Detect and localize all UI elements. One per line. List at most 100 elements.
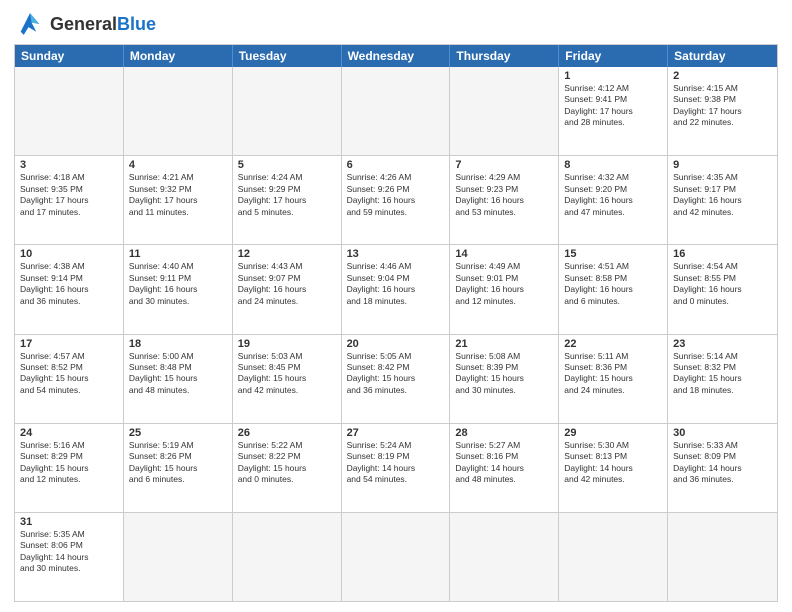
day-number: 17 xyxy=(20,338,118,350)
calendar-week-1: 3Sunrise: 4:18 AM Sunset: 9:35 PM Daylig… xyxy=(15,155,777,244)
logo-icon xyxy=(14,10,46,38)
calendar-cell: 13Sunrise: 4:46 AM Sunset: 9:04 PM Dayli… xyxy=(342,245,451,333)
day-number: 31 xyxy=(20,516,118,528)
day-info: Sunrise: 4:24 AM Sunset: 9:29 PM Dayligh… xyxy=(238,172,336,218)
day-number: 14 xyxy=(455,248,553,260)
header-day-wednesday: Wednesday xyxy=(342,45,451,67)
calendar-cell xyxy=(450,67,559,155)
day-info: Sunrise: 5:22 AM Sunset: 8:22 PM Dayligh… xyxy=(238,440,336,486)
calendar-cell: 12Sunrise: 4:43 AM Sunset: 9:07 PM Dayli… xyxy=(233,245,342,333)
day-number: 19 xyxy=(238,338,336,350)
calendar-week-3: 17Sunrise: 4:57 AM Sunset: 8:52 PM Dayli… xyxy=(15,334,777,423)
calendar-cell: 6Sunrise: 4:26 AM Sunset: 9:26 PM Daylig… xyxy=(342,156,451,244)
day-number: 24 xyxy=(20,427,118,439)
calendar-cell xyxy=(342,67,451,155)
header-day-friday: Friday xyxy=(559,45,668,67)
day-info: Sunrise: 4:46 AM Sunset: 9:04 PM Dayligh… xyxy=(347,261,445,307)
day-info: Sunrise: 5:24 AM Sunset: 8:19 PM Dayligh… xyxy=(347,440,445,486)
calendar-body: 1Sunrise: 4:12 AM Sunset: 9:41 PM Daylig… xyxy=(15,67,777,601)
calendar-cell xyxy=(668,513,777,601)
calendar-cell xyxy=(124,67,233,155)
day-number: 6 xyxy=(347,159,445,171)
calendar-cell: 31Sunrise: 5:35 AM Sunset: 8:06 PM Dayli… xyxy=(15,513,124,601)
calendar-cell xyxy=(559,513,668,601)
header-day-tuesday: Tuesday xyxy=(233,45,342,67)
day-info: Sunrise: 4:35 AM Sunset: 9:17 PM Dayligh… xyxy=(673,172,772,218)
calendar-cell: 19Sunrise: 5:03 AM Sunset: 8:45 PM Dayli… xyxy=(233,335,342,423)
day-number: 12 xyxy=(238,248,336,260)
header-day-sunday: Sunday xyxy=(15,45,124,67)
calendar-week-0: 1Sunrise: 4:12 AM Sunset: 9:41 PM Daylig… xyxy=(15,67,777,155)
day-info: Sunrise: 5:03 AM Sunset: 8:45 PM Dayligh… xyxy=(238,351,336,397)
day-number: 8 xyxy=(564,159,662,171)
calendar-cell xyxy=(450,513,559,601)
calendar-cell xyxy=(342,513,451,601)
day-number: 7 xyxy=(455,159,553,171)
calendar-cell: 27Sunrise: 5:24 AM Sunset: 8:19 PM Dayli… xyxy=(342,424,451,512)
logo: GeneralBlue xyxy=(14,10,156,38)
calendar-cell: 23Sunrise: 5:14 AM Sunset: 8:32 PM Dayli… xyxy=(668,335,777,423)
calendar-cell: 11Sunrise: 4:40 AM Sunset: 9:11 PM Dayli… xyxy=(124,245,233,333)
day-number: 20 xyxy=(347,338,445,350)
calendar: SundayMondayTuesdayWednesdayThursdayFrid… xyxy=(14,44,778,602)
day-info: Sunrise: 4:21 AM Sunset: 9:32 PM Dayligh… xyxy=(129,172,227,218)
day-info: Sunrise: 5:16 AM Sunset: 8:29 PM Dayligh… xyxy=(20,440,118,486)
calendar-cell: 7Sunrise: 4:29 AM Sunset: 9:23 PM Daylig… xyxy=(450,156,559,244)
day-number: 29 xyxy=(564,427,662,439)
calendar-cell: 29Sunrise: 5:30 AM Sunset: 8:13 PM Dayli… xyxy=(559,424,668,512)
day-number: 16 xyxy=(673,248,772,260)
day-info: Sunrise: 5:11 AM Sunset: 8:36 PM Dayligh… xyxy=(564,351,662,397)
calendar-week-4: 24Sunrise: 5:16 AM Sunset: 8:29 PM Dayli… xyxy=(15,423,777,512)
day-number: 27 xyxy=(347,427,445,439)
calendar-header: SundayMondayTuesdayWednesdayThursdayFrid… xyxy=(15,45,777,67)
calendar-cell: 25Sunrise: 5:19 AM Sunset: 8:26 PM Dayli… xyxy=(124,424,233,512)
calendar-week-2: 10Sunrise: 4:38 AM Sunset: 9:14 PM Dayli… xyxy=(15,244,777,333)
calendar-cell: 26Sunrise: 5:22 AM Sunset: 8:22 PM Dayli… xyxy=(233,424,342,512)
day-info: Sunrise: 4:54 AM Sunset: 8:55 PM Dayligh… xyxy=(673,261,772,307)
day-info: Sunrise: 5:05 AM Sunset: 8:42 PM Dayligh… xyxy=(347,351,445,397)
calendar-cell: 8Sunrise: 4:32 AM Sunset: 9:20 PM Daylig… xyxy=(559,156,668,244)
page-header: GeneralBlue xyxy=(14,10,778,38)
calendar-cell: 4Sunrise: 4:21 AM Sunset: 9:32 PM Daylig… xyxy=(124,156,233,244)
calendar-cell xyxy=(233,513,342,601)
day-info: Sunrise: 4:38 AM Sunset: 9:14 PM Dayligh… xyxy=(20,261,118,307)
day-number: 23 xyxy=(673,338,772,350)
day-info: Sunrise: 5:19 AM Sunset: 8:26 PM Dayligh… xyxy=(129,440,227,486)
day-number: 5 xyxy=(238,159,336,171)
day-info: Sunrise: 5:14 AM Sunset: 8:32 PM Dayligh… xyxy=(673,351,772,397)
day-number: 10 xyxy=(20,248,118,260)
day-info: Sunrise: 4:40 AM Sunset: 9:11 PM Dayligh… xyxy=(129,261,227,307)
calendar-cell: 3Sunrise: 4:18 AM Sunset: 9:35 PM Daylig… xyxy=(15,156,124,244)
day-number: 28 xyxy=(455,427,553,439)
calendar-cell: 9Sunrise: 4:35 AM Sunset: 9:17 PM Daylig… xyxy=(668,156,777,244)
header-day-thursday: Thursday xyxy=(450,45,559,67)
day-number: 18 xyxy=(129,338,227,350)
calendar-cell xyxy=(15,67,124,155)
day-info: Sunrise: 4:12 AM Sunset: 9:41 PM Dayligh… xyxy=(564,83,662,129)
day-number: 2 xyxy=(673,70,772,82)
logo-text: GeneralBlue xyxy=(50,15,156,33)
day-info: Sunrise: 5:00 AM Sunset: 8:48 PM Dayligh… xyxy=(129,351,227,397)
day-number: 11 xyxy=(129,248,227,260)
day-info: Sunrise: 5:27 AM Sunset: 8:16 PM Dayligh… xyxy=(455,440,553,486)
calendar-cell: 16Sunrise: 4:54 AM Sunset: 8:55 PM Dayli… xyxy=(668,245,777,333)
day-info: Sunrise: 4:43 AM Sunset: 9:07 PM Dayligh… xyxy=(238,261,336,307)
day-info: Sunrise: 4:26 AM Sunset: 9:26 PM Dayligh… xyxy=(347,172,445,218)
calendar-cell: 22Sunrise: 5:11 AM Sunset: 8:36 PM Dayli… xyxy=(559,335,668,423)
header-day-monday: Monday xyxy=(124,45,233,67)
day-number: 3 xyxy=(20,159,118,171)
day-number: 21 xyxy=(455,338,553,350)
calendar-week-5: 31Sunrise: 5:35 AM Sunset: 8:06 PM Dayli… xyxy=(15,512,777,601)
calendar-cell: 1Sunrise: 4:12 AM Sunset: 9:41 PM Daylig… xyxy=(559,67,668,155)
calendar-cell: 15Sunrise: 4:51 AM Sunset: 8:58 PM Dayli… xyxy=(559,245,668,333)
day-info: Sunrise: 4:15 AM Sunset: 9:38 PM Dayligh… xyxy=(673,83,772,129)
calendar-cell: 24Sunrise: 5:16 AM Sunset: 8:29 PM Dayli… xyxy=(15,424,124,512)
day-info: Sunrise: 4:57 AM Sunset: 8:52 PM Dayligh… xyxy=(20,351,118,397)
calendar-cell: 14Sunrise: 4:49 AM Sunset: 9:01 PM Dayli… xyxy=(450,245,559,333)
calendar-cell: 10Sunrise: 4:38 AM Sunset: 9:14 PM Dayli… xyxy=(15,245,124,333)
day-info: Sunrise: 5:30 AM Sunset: 8:13 PM Dayligh… xyxy=(564,440,662,486)
day-info: Sunrise: 4:51 AM Sunset: 8:58 PM Dayligh… xyxy=(564,261,662,307)
calendar-cell: 5Sunrise: 4:24 AM Sunset: 9:29 PM Daylig… xyxy=(233,156,342,244)
day-info: Sunrise: 5:08 AM Sunset: 8:39 PM Dayligh… xyxy=(455,351,553,397)
day-info: Sunrise: 4:18 AM Sunset: 9:35 PM Dayligh… xyxy=(20,172,118,218)
